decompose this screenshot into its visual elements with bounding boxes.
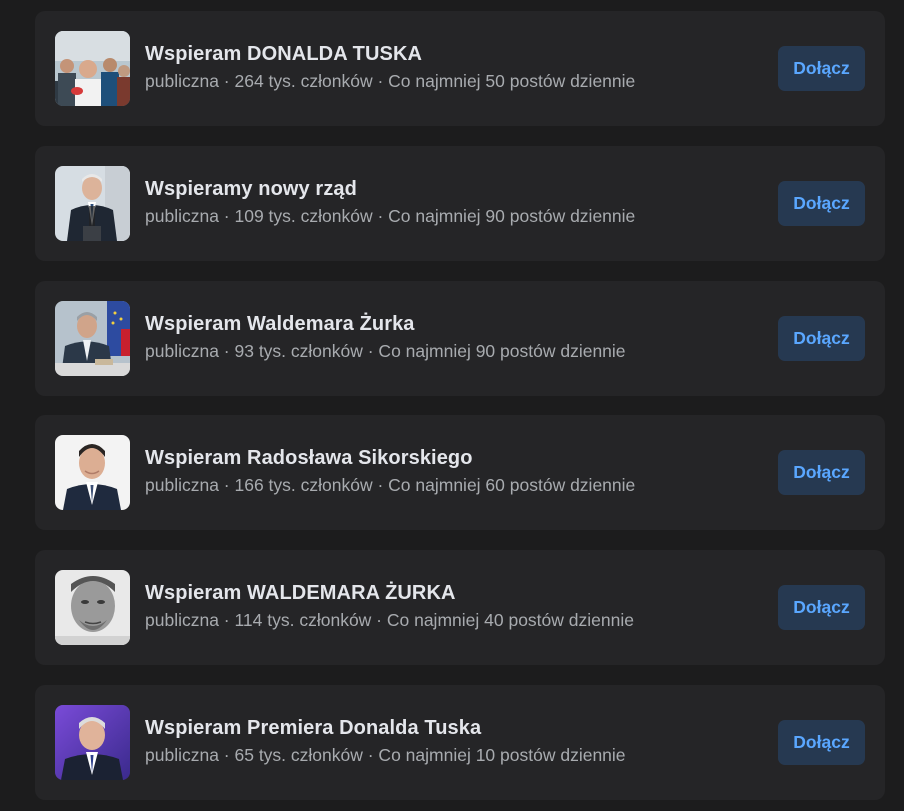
- join-button[interactable]: Dołącz: [778, 720, 865, 765]
- group-photo[interactable]: [55, 301, 130, 376]
- man-with-flags-photo-icon: [55, 301, 130, 376]
- crowd-photo-icon: [55, 31, 130, 106]
- group-photo[interactable]: [55, 31, 130, 106]
- group-name[interactable]: Wspieram DONALDA TUSKA: [145, 43, 422, 66]
- group-photo[interactable]: [55, 166, 130, 241]
- group-card[interactable]: Wspieramy nowy rząd publiczna · 109 tys.…: [35, 146, 885, 261]
- group-name[interactable]: Wspieram Premiera Donalda Tuska: [145, 717, 481, 740]
- speaker-at-podium-photo-icon: [55, 166, 130, 241]
- join-button[interactable]: Dołącz: [778, 585, 865, 630]
- group-name[interactable]: Wspieram WALDEMARA ŻURKA: [145, 582, 456, 605]
- group-card[interactable]: Wspieram WALDEMARA ŻURKA publiczna · 114…: [35, 550, 885, 665]
- group-meta: publiczna · 114 tys. członków · Co najmn…: [145, 610, 634, 630]
- group-meta: publiczna · 166 tys. członków · Co najmn…: [145, 475, 636, 495]
- purple-background-portrait-photo-icon: [55, 705, 130, 780]
- group-card[interactable]: Wspieram DONALDA TUSKA publiczna · 264 t…: [35, 11, 885, 126]
- group-photo[interactable]: [55, 705, 130, 780]
- join-button[interactable]: Dołącz: [778, 46, 865, 91]
- group-meta: publiczna · 109 tys. członków · Co najmn…: [145, 206, 636, 226]
- group-name[interactable]: Wspieram Waldemara Żurka: [145, 313, 415, 336]
- bw-portrait-photo-icon: [55, 570, 130, 645]
- group-card[interactable]: Wspieram Radosława Sikorskiego publiczna…: [35, 415, 885, 530]
- group-results-list: Wspieram DONALDA TUSKA publiczna · 264 t…: [0, 0, 904, 811]
- group-meta: publiczna · 93 tys. członków · Co najmni…: [145, 341, 626, 361]
- group-meta: publiczna · 264 tys. członków · Co najmn…: [145, 71, 636, 91]
- join-button[interactable]: Dołącz: [778, 450, 865, 495]
- group-name[interactable]: Wspieram Radosława Sikorskiego: [145, 447, 473, 470]
- group-name[interactable]: Wspieramy nowy rząd: [145, 178, 357, 201]
- portrait-photo-icon: [55, 435, 130, 510]
- join-button[interactable]: Dołącz: [778, 181, 865, 226]
- group-photo[interactable]: [55, 435, 130, 510]
- group-photo[interactable]: [55, 570, 130, 645]
- join-button[interactable]: Dołącz: [778, 316, 865, 361]
- group-card[interactable]: Wspieram Premiera Donalda Tuska publiczn…: [35, 685, 885, 800]
- group-card[interactable]: Wspieram Waldemara Żurka publiczna · 93 …: [35, 281, 885, 396]
- group-meta: publiczna · 65 tys. członków · Co najmni…: [145, 745, 626, 765]
